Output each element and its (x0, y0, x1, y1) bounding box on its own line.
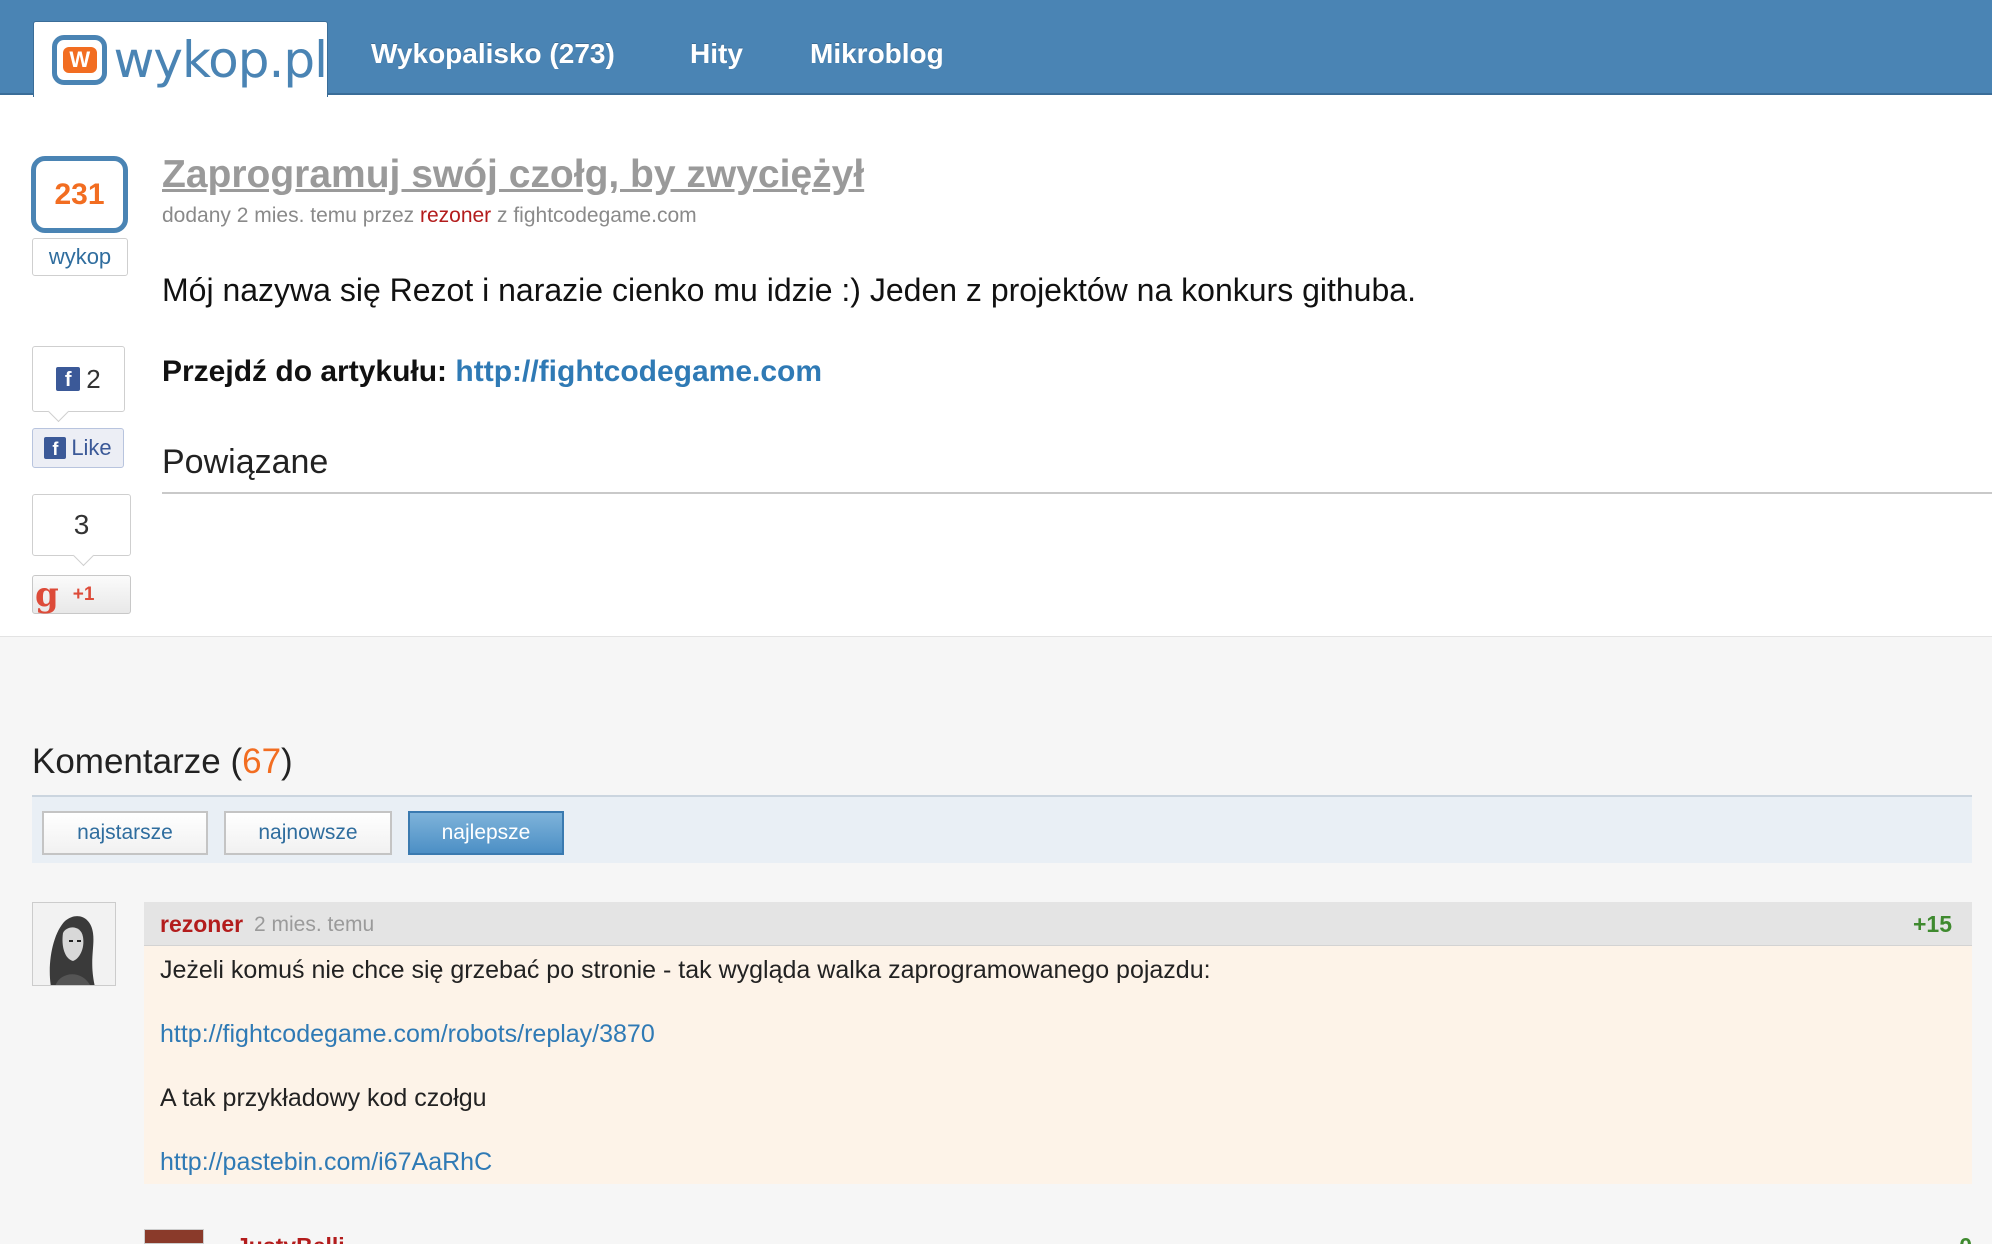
article-source-link[interactable]: http://fightcodegame.com (455, 355, 822, 388)
article-title[interactable]: Zaprogramuj swój czołg, by zwyciężył (162, 153, 864, 197)
gplus-label: +1 (72, 583, 95, 605)
comment-body: Jeżeli komuś nie chce się grzebać po str… (144, 946, 1972, 1184)
facebook-icon: f (56, 367, 81, 391)
facebook-like-label: Like (71, 435, 112, 460)
vote-count: 231 (54, 177, 105, 211)
comment-link[interactable]: http://pastebin.com/i67AaRhC (160, 1148, 492, 1177)
avatar[interactable] (32, 902, 116, 986)
comment-text: A tak przykładowy kod czołgu (160, 1084, 487, 1112)
article-meta: dodany 2 mies. temu przez rezoner z figh… (162, 204, 697, 228)
comments-heading: Komentarze (67) (32, 742, 293, 781)
reply-author-link[interactable]: JustyBelli (236, 1233, 345, 1244)
comment-author-link[interactable]: rezoner (160, 911, 243, 938)
site-logo[interactable]: W wykop.pl (33, 21, 328, 97)
article-link-label: Przejdź do artykułu: (162, 355, 448, 388)
meta-prefix: dodany 2 mies. temu przez (162, 204, 415, 227)
nav-hity[interactable]: Hity (690, 38, 743, 70)
article-description: Mój nazywa się Rezot i narazie cienko mu… (162, 272, 1416, 308)
facebook-share-number: 2 (86, 363, 101, 394)
wykop-logo-icon: W (52, 34, 108, 85)
top-navigation-bar: W wykop.pl Wykopalisko (273) Hity Mikrob… (0, 0, 1992, 97)
sort-newest-button[interactable]: najnowsze (224, 811, 392, 855)
related-heading: Powiązane (162, 443, 329, 481)
comment-header: rezoner 2 mies. temu +15 (144, 902, 1972, 946)
comments-heading-label: Komentarze (32, 742, 221, 781)
comment-sort-bar: najstarsze najnowsze najlepsze (32, 795, 1972, 863)
gplus-count-number: 3 (73, 509, 90, 540)
avatar-image (33, 903, 115, 985)
wykop-vote-button[interactable]: wykop (32, 238, 128, 276)
nav-mikroblog[interactable]: Mikroblog (810, 38, 944, 70)
reply-avatar[interactable] (144, 1229, 204, 1244)
comment-score: +15 (1912, 911, 1952, 937)
gplus-button[interactable]: g +1 (32, 575, 131, 614)
related-divider (162, 492, 1992, 494)
article-link-row: Przejdź do artykułu: http://fightcodegam… (162, 355, 822, 389)
logo-text: wykop.pl (113, 30, 328, 89)
facebook-like-button[interactable]: f Like (32, 428, 124, 468)
nav-wykopalisko[interactable]: Wykopalisko (273) (371, 38, 615, 70)
comment-text: Jeżeli komuś nie chce się grzebać po str… (160, 956, 1211, 984)
vote-counter: 231 (31, 156, 128, 233)
gplus-count: 3 (32, 494, 131, 556)
comments-count: 67 (242, 742, 282, 781)
reply-score: 0 (1959, 1233, 1972, 1244)
google-plus-icon: g (35, 574, 59, 615)
article-author-link[interactable]: rezoner (420, 204, 491, 227)
comment-link[interactable]: http://fightcodegame.com/robots/replay/3… (160, 1020, 655, 1049)
facebook-share-count[interactable]: f 2 (32, 346, 125, 412)
facebook-icon: f (44, 437, 67, 459)
sort-best-button[interactable]: najlepsze (408, 811, 564, 855)
meta-source: z fightcodegame.com (497, 204, 697, 227)
sort-oldest-button[interactable]: najstarsze (42, 811, 208, 855)
comment-time: 2 mies. temu (254, 913, 375, 936)
